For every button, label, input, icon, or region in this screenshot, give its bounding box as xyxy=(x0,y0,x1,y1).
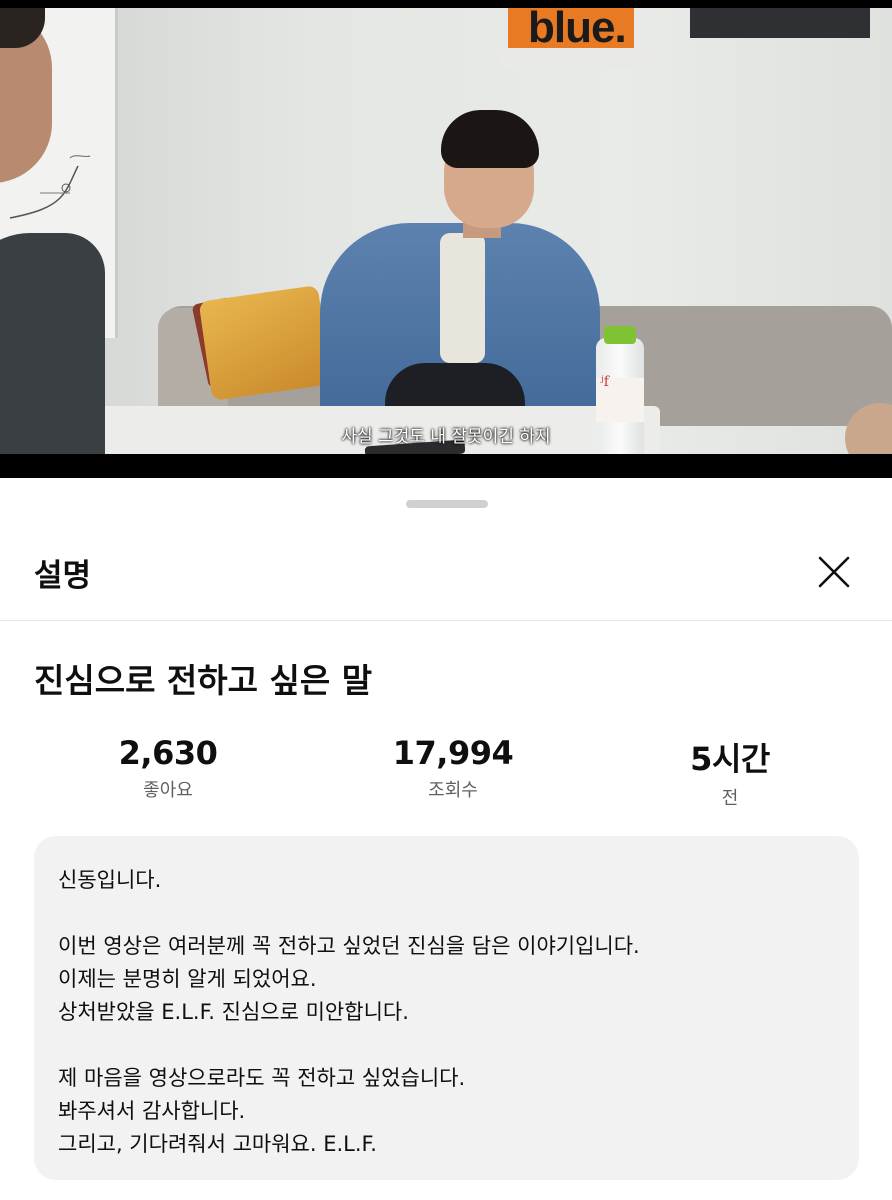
upload-time-label: 전 xyxy=(721,788,739,809)
video-subtitle: 사실 그것도 내 잘못이긴 하지 xyxy=(341,427,551,447)
bottle-logo: ʲf xyxy=(600,374,609,390)
interviewer-body xyxy=(0,233,105,454)
video-frame[interactable]: blue. ʲf 사실 그것도 내 잘못이긴 하지 xyxy=(0,8,892,454)
sheet-title: 설명 xyxy=(34,558,92,594)
description-line: 제 마음을 영상으로라도 꼭 전하고 싶었습니다. xyxy=(58,1066,466,1090)
description-line: 그리고, 기다려줘서 고마워요. E.L.F. xyxy=(58,1132,377,1156)
video-title: 진심으로 전하고 싶은 말 xyxy=(34,661,373,700)
bottle-cap xyxy=(604,326,636,344)
views-label: 조회수 xyxy=(428,780,478,801)
video-player[interactable]: blue. ʲf 사실 그것도 내 잘못이긴 하지 xyxy=(0,0,892,478)
description-line: 신동입니다. xyxy=(58,868,162,892)
likes-count: 2,630 xyxy=(118,734,218,772)
description-line: 봐주셔서 감사합니다. xyxy=(58,1099,246,1123)
description-box[interactable]: 신동입니다. 이번 영상은 여러분께 꼭 전하고 싶었던 진심을 담은 이야기입… xyxy=(34,836,859,1180)
sheet-header: 설명 xyxy=(0,522,892,621)
description-sheet: 설명 진심으로 전하고 싶은 말 2,630 좋아요 17,994 조회수 5시… xyxy=(0,482,892,1200)
views-count: 17,994 xyxy=(392,734,514,772)
upload-time-value: 5시간 xyxy=(690,740,770,778)
stat-views: 17,994 조회수 xyxy=(343,734,563,802)
poster-strip xyxy=(500,50,650,68)
poster-text: blue. xyxy=(528,8,627,52)
blanket xyxy=(198,285,332,401)
video-stats: 2,630 좋아요 17,994 조회수 5시간 전 xyxy=(0,734,892,814)
description-line: 상처받았을 E.L.F. 진심으로 미안합니다. xyxy=(58,1000,409,1024)
person-shirt xyxy=(440,233,485,363)
description-line: 이제는 분명히 알게 되었어요. xyxy=(58,967,317,991)
likes-label: 좋아요 xyxy=(143,780,193,801)
stat-likes: 2,630 좋아요 xyxy=(58,734,278,802)
stat-upload-time: 5시간 전 xyxy=(620,734,840,810)
description-line: 이번 영상은 여러분께 꼭 전하고 싶었던 진심을 담은 이야기입니다. xyxy=(58,934,640,958)
poster-dark xyxy=(690,8,870,38)
drag-handle[interactable] xyxy=(406,500,488,508)
close-icon xyxy=(818,556,850,588)
close-button[interactable] xyxy=(810,548,858,596)
